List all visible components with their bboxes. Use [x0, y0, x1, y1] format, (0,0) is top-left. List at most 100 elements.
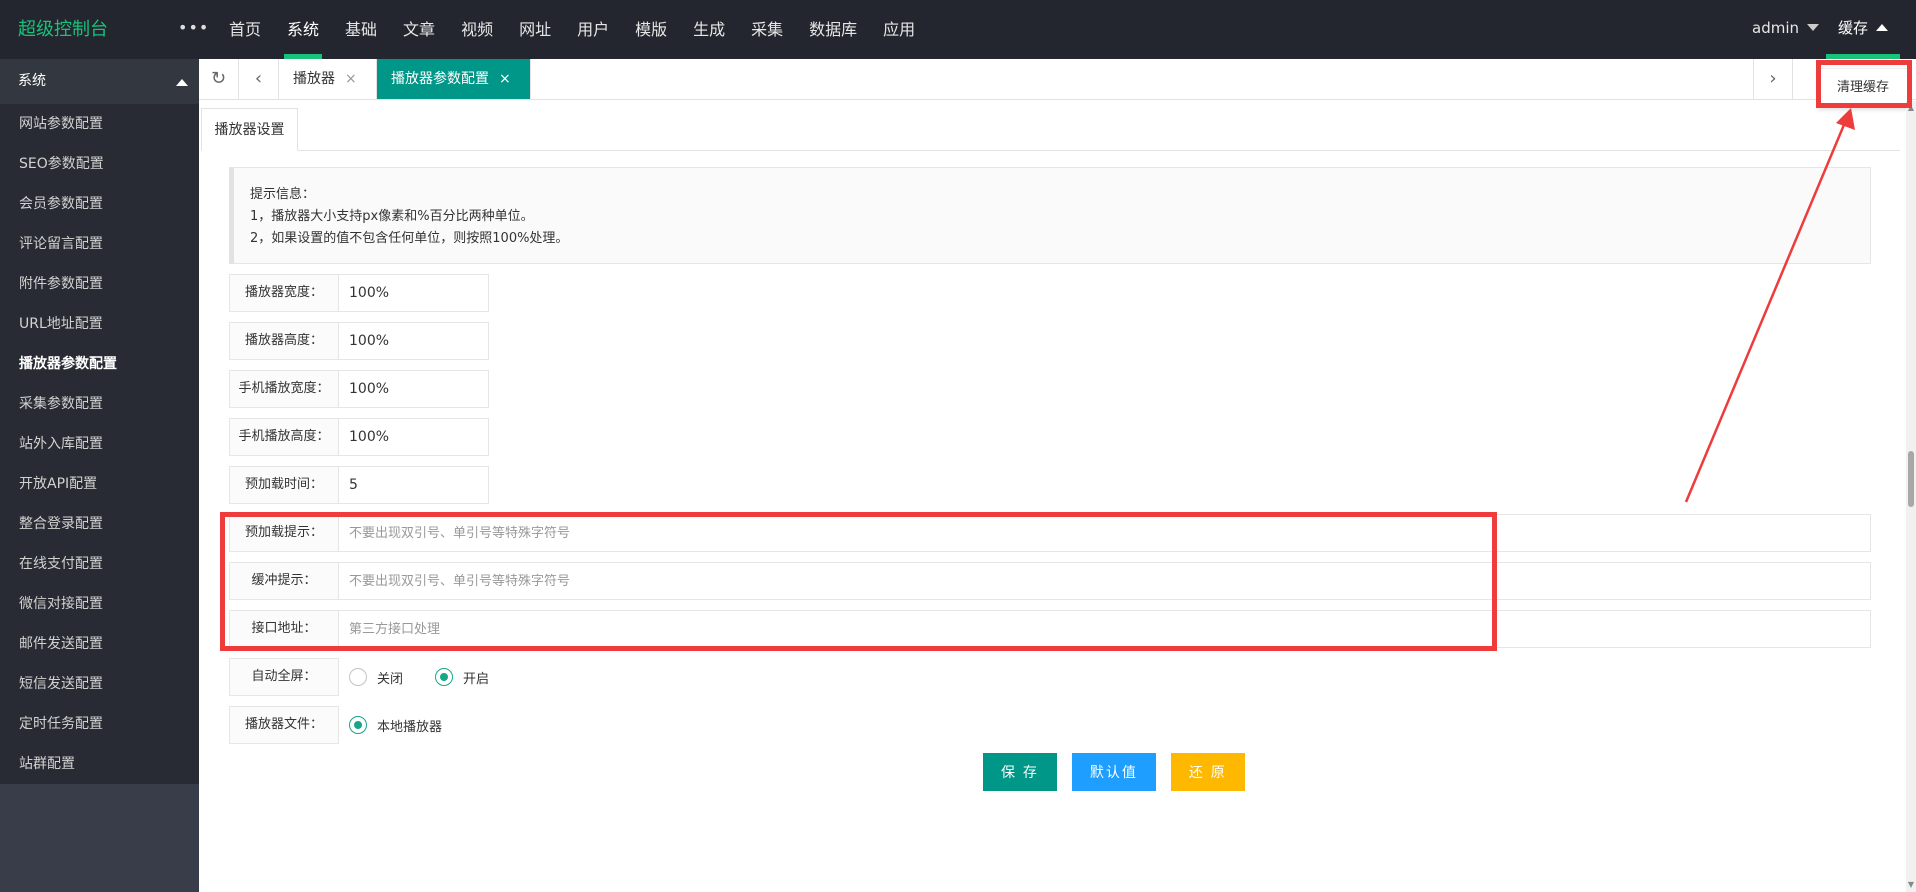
field-label: 播放器高度： — [229, 322, 339, 360]
sidebar-item-sms[interactable]: 短信发送配置 — [0, 664, 199, 704]
form-row-autofull: 自动全屏： 关闭 开启 — [229, 658, 521, 696]
sidebar-group-system[interactable]: 系统 — [0, 59, 199, 104]
autofull-radio-group: 关闭 开启 — [339, 658, 521, 696]
scrollbar-thumb[interactable] — [1908, 451, 1914, 507]
sidebar-item-url-config[interactable]: URL地址配置 — [0, 304, 199, 344]
radio-dot — [349, 716, 367, 734]
user-menu[interactable]: admin — [1752, 0, 1819, 59]
field-label: 自动全屏： — [229, 658, 339, 696]
form-row-width: 播放器宽度： — [229, 274, 489, 312]
form-row-mobile-height: 手机播放高度： — [229, 418, 489, 456]
form-row-buffer-tip: 缓冲提示： — [229, 562, 1871, 600]
field-label: 手机播放宽度： — [229, 370, 339, 408]
sidebar-item-open-api[interactable]: 开放API配置 — [0, 464, 199, 504]
tab-player-config[interactable]: 播放器参数配置 × — [377, 59, 531, 99]
tab-label: 播放器 — [293, 71, 335, 87]
chevron-down-icon — [1807, 23, 1819, 31]
action-buttons: 保 存 默认值 还 原 — [983, 753, 1260, 791]
sidebar-item-cron[interactable]: 定时任务配置 — [0, 704, 199, 744]
clear-cache-menu-item[interactable]: 清理缓存 — [1818, 68, 1908, 108]
sidebar-item-login-integration[interactable]: 整合登录配置 — [0, 504, 199, 544]
radio-dot — [435, 668, 454, 686]
nav-apps[interactable]: 应用 — [870, 0, 928, 59]
nav-generate[interactable]: 生成 — [680, 0, 738, 59]
tab-player-settings[interactable]: 播放器设置 — [201, 108, 298, 151]
autofull-off-radio[interactable]: 关闭 — [349, 668, 403, 687]
cache-label: 缓存 — [1837, 19, 1868, 37]
form-row-preload-tip: 预加载提示： — [229, 514, 1871, 552]
refresh-icon[interactable]: ↻ — [199, 59, 239, 99]
tab-player[interactable]: 播放器 × — [279, 59, 377, 99]
mobile-height-input[interactable] — [339, 418, 489, 456]
nav-video[interactable]: 视频 — [448, 0, 506, 59]
sidebar-item-attachment-config[interactable]: 附件参数配置 — [0, 264, 199, 304]
nav-article[interactable]: 文章 — [390, 0, 448, 59]
restore-button[interactable]: 还 原 — [1170, 753, 1245, 791]
divider — [201, 150, 1900, 151]
sidebar-item-member-config[interactable]: 会员参数配置 — [0, 184, 199, 224]
notice-title: 提示信息： — [250, 187, 316, 202]
radio-label: 本地播放器 — [377, 719, 443, 735]
more-menu-icon[interactable]: ••• — [178, 0, 209, 59]
chevron-up-icon — [1876, 23, 1888, 31]
sidebar-item-wechat[interactable]: 微信对接配置 — [0, 584, 199, 624]
sidebar-item-site-config[interactable]: 网站参数配置 — [0, 104, 199, 144]
sidebar-item-player-config[interactable]: 播放器参数配置 — [0, 344, 199, 384]
buffer-tip-input[interactable] — [339, 562, 1871, 600]
notice-line: 1，播放器大小支持px像素和%百分比两种单位。 — [250, 209, 534, 224]
sidebar-list: 网站参数配置 SEO参数配置 会员参数配置 评论留言配置 附件参数配置 URL地… — [0, 104, 199, 784]
mobile-width-input[interactable] — [339, 370, 489, 408]
nav-user[interactable]: 用户 — [564, 0, 622, 59]
nav-home[interactable]: 首页 — [216, 0, 274, 59]
sidebar-group-label: 系统 — [18, 73, 46, 89]
radio-label: 关闭 — [377, 671, 404, 687]
sidebar-item-email[interactable]: 邮件发送配置 — [0, 624, 199, 664]
username: admin — [1752, 19, 1799, 37]
save-button[interactable]: 保 存 — [983, 753, 1057, 791]
nav-template[interactable]: 模版 — [622, 0, 680, 59]
local-player-radio[interactable]: 本地播放器 — [349, 716, 442, 735]
api-url-input[interactable] — [339, 610, 1871, 648]
player-height-input[interactable] — [339, 322, 489, 360]
cache-menu[interactable]: 缓存 — [1826, 0, 1900, 59]
field-label: 缓冲提示： — [229, 562, 339, 600]
nav-website[interactable]: 网址 — [506, 0, 564, 59]
notice-box: 提示信息： 1，播放器大小支持px像素和%百分比两种单位。 2，如果设置的值不包… — [229, 167, 1871, 264]
field-label: 接口地址： — [229, 610, 339, 648]
player-width-input[interactable] — [339, 274, 489, 312]
preload-time-input[interactable] — [339, 466, 489, 504]
nav-basic[interactable]: 基础 — [332, 0, 390, 59]
main-content: 播放器设置 提示信息： 1，播放器大小支持px像素和%百分比两种单位。 2，如果… — [199, 101, 1900, 890]
chevron-right-icon[interactable]: › — [1753, 59, 1793, 99]
radio-dot — [349, 668, 367, 686]
main-nav: 首页 系统 基础 文章 视频 网址 用户 模版 生成 采集 数据库 应用 — [216, 0, 928, 59]
close-icon[interactable]: × — [345, 71, 357, 87]
radio-label: 开启 — [463, 671, 490, 687]
close-icon[interactable]: × — [499, 71, 511, 87]
player-file-radio-group: 本地播放器 — [339, 706, 474, 744]
sidebar: 系统 网站参数配置 SEO参数配置 会员参数配置 评论留言配置 附件参数配置 U… — [0, 59, 199, 892]
sidebar-item-site-group[interactable]: 站群配置 — [0, 744, 199, 784]
nav-collect[interactable]: 采集 — [738, 0, 796, 59]
nav-database[interactable]: 数据库 — [796, 0, 870, 59]
field-label: 预加载时间： — [229, 466, 339, 504]
form-row-player-file: 播放器文件： 本地播放器 — [229, 706, 474, 744]
chevron-left-icon[interactable]: ‹ — [239, 59, 279, 99]
field-label: 播放器文件： — [229, 706, 339, 744]
scroll-down-icon[interactable]: ▼ — [1907, 880, 1915, 890]
app-logo[interactable]: 超级控制台 — [18, 0, 108, 59]
sidebar-item-external-import[interactable]: 站外入库配置 — [0, 424, 199, 464]
scrollbar[interactable]: ▲ ▼ — [1906, 101, 1916, 892]
sidebar-item-payment[interactable]: 在线支付配置 — [0, 544, 199, 584]
default-button[interactable]: 默认值 — [1071, 753, 1156, 791]
autofull-on-radio[interactable]: 开启 — [435, 668, 489, 687]
notice-line: 2，如果设置的值不包含任何单位，则按照100%处理。 — [250, 231, 569, 246]
sidebar-item-comment-config[interactable]: 评论留言配置 — [0, 224, 199, 264]
scroll-up-icon[interactable]: ▲ — [1907, 103, 1915, 113]
tab-label: 播放器参数配置 — [391, 71, 489, 87]
sidebar-item-collect-config[interactable]: 采集参数配置 — [0, 384, 199, 424]
sidebar-item-seo-config[interactable]: SEO参数配置 — [0, 144, 199, 184]
preload-tip-input[interactable] — [339, 514, 1871, 552]
field-label: 预加载提示： — [229, 514, 339, 552]
nav-system[interactable]: 系统 — [274, 0, 332, 59]
